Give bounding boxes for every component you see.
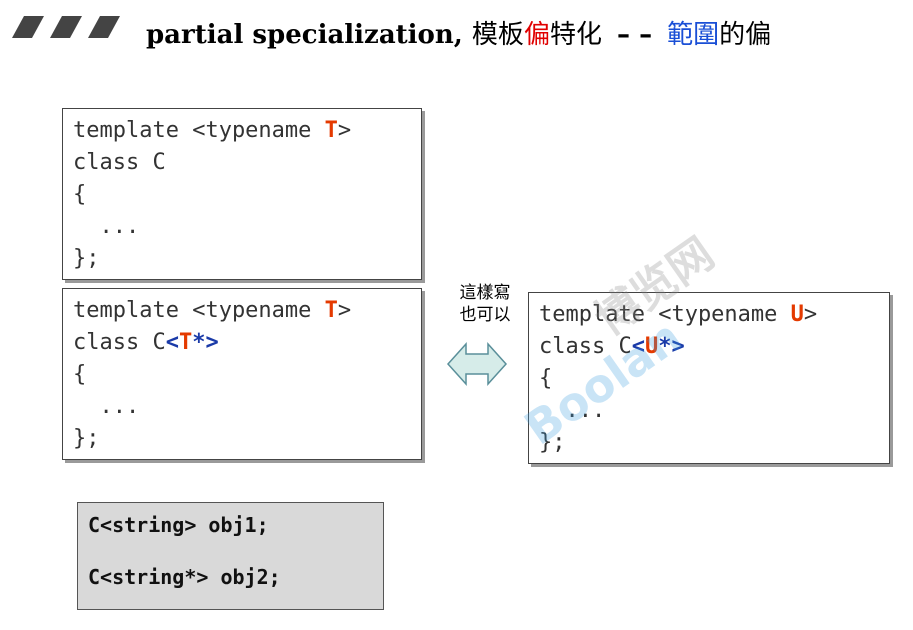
code-line: template <typename T>: [73, 295, 421, 327]
code-box-primary-template: template <typename T> class C { ... };: [62, 108, 422, 280]
title-dash: – –: [617, 20, 653, 50]
code-text: template <typename: [73, 118, 325, 143]
spec-bracket: *>: [192, 330, 219, 355]
title-cjk-blue: 範圍: [667, 20, 720, 50]
note-line-2: 也可以: [459, 305, 511, 325]
code-line: class C<U*>: [539, 331, 889, 363]
code-text: class C: [73, 330, 166, 355]
code-line: template <typename T>: [73, 115, 421, 147]
equivalence-note: 這樣寫 也可以: [450, 282, 520, 326]
page-title: partial specialization, 模板偏特化 – – 範圍的偏: [146, 14, 771, 51]
spec-bracket: <: [165, 330, 179, 355]
code-line: ...: [539, 398, 606, 423]
title-cjk-1: 模板: [471, 20, 524, 50]
code-line: template <typename U>: [539, 299, 889, 331]
code-line: class C<T*>: [73, 327, 421, 359]
code-line: {: [73, 362, 87, 387]
code-line: };: [73, 426, 100, 451]
title-main: partial specialization,: [146, 20, 463, 50]
type-param-t: T: [324, 298, 338, 323]
title-cjk-3: 的偏: [719, 20, 772, 50]
object-line-2: C<string*> obj2;: [88, 565, 281, 589]
code-box-partial-spec-u: template <typename U> class C<U*> { ... …: [528, 292, 890, 464]
double-arrow-icon: [446, 342, 508, 386]
code-line: };: [73, 246, 100, 271]
note-line-1: 這樣寫: [459, 283, 511, 303]
code-line: {: [539, 366, 553, 391]
code-line: {: [73, 182, 87, 207]
code-text: template <typename: [539, 302, 791, 327]
type-param-t: T: [324, 118, 338, 143]
object-declarations-box: C<string> obj1; C<string*> obj2;: [77, 502, 384, 610]
type-param-t: T: [178, 330, 193, 355]
type-param-u: U: [644, 334, 659, 359]
title-cjk-2: 特化: [549, 20, 602, 50]
code-line: };: [539, 430, 566, 455]
type-param-u: U: [790, 302, 804, 327]
code-text: template <typename: [73, 298, 325, 323]
object-line-1: C<string> obj1;: [88, 513, 269, 537]
code-text: >: [337, 118, 352, 143]
spec-bracket: <: [631, 334, 645, 359]
code-text: >: [803, 302, 818, 327]
code-text: >: [337, 298, 352, 323]
spec-bracket: *>: [658, 334, 685, 359]
title-bars-icon: [12, 16, 120, 38]
code-line: ...: [73, 214, 140, 239]
code-line: ...: [73, 394, 140, 419]
code-text: class C: [539, 334, 632, 359]
code-line: class C: [73, 150, 166, 175]
title-cjk-red: 偏: [523, 20, 550, 50]
code-box-partial-spec-t: template <typename T> class C<T*> { ... …: [62, 288, 422, 460]
